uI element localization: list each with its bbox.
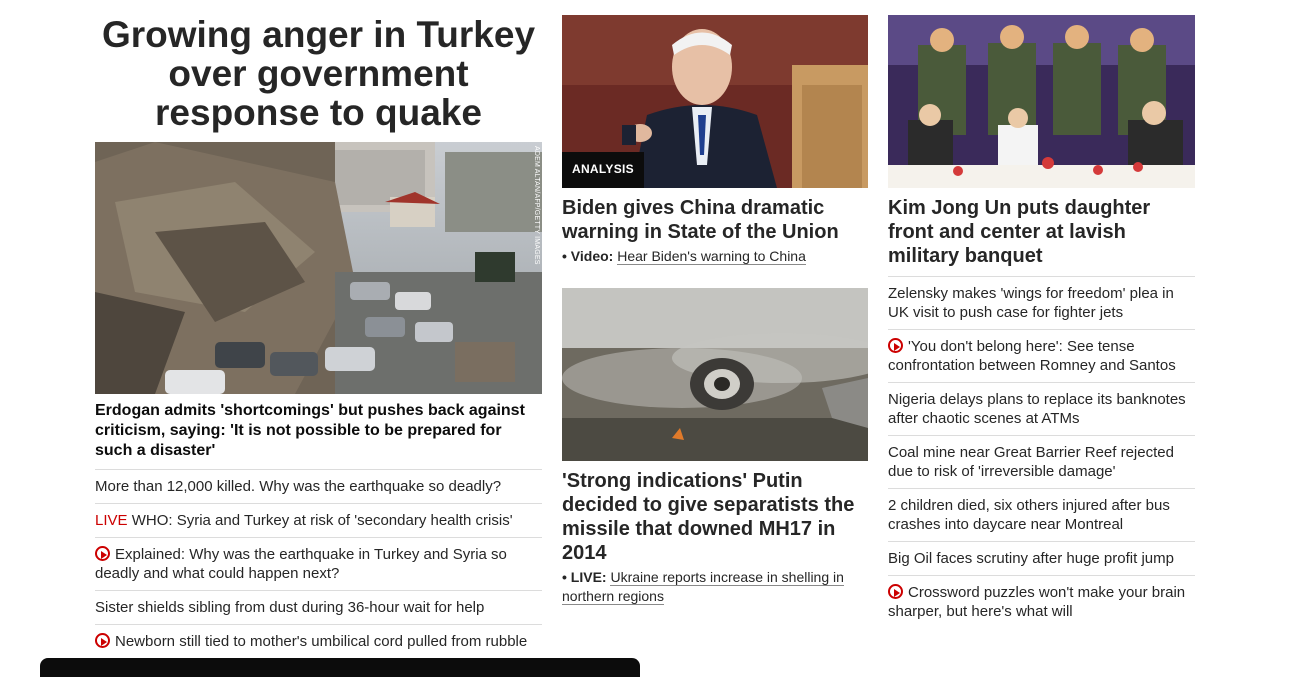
lead-subhead[interactable]: Erdogan admits 'shortcomings' but pushes… — [95, 401, 542, 470]
lead-related-list: More than 12,000 killed. Why was the ear… — [95, 470, 542, 658]
list-item-text: Crossword puzzles won't make your brain … — [888, 584, 1186, 620]
right-column: Kim Jong Un puts daughter front and cent… — [888, 15, 1195, 628]
crash-wreckage-photo — [562, 288, 868, 461]
link-text: Hear Biden's warning to China — [617, 248, 806, 265]
play-icon — [888, 338, 903, 353]
play-icon — [95, 633, 110, 648]
play-icon — [95, 546, 110, 561]
kim-banquet-image[interactable] — [888, 15, 1195, 188]
list-item[interactable]: Crossword puzzles won't make your brain … — [888, 576, 1195, 628]
link-prefix: • LIVE: — [562, 569, 607, 585]
list-item[interactable]: LIVE WHO: Syria and Turkey at risk of 's… — [95, 504, 542, 538]
list-item[interactable]: 2 children died, six others injured afte… — [888, 489, 1195, 542]
list-item[interactable]: More than 12,000 killed. Why was the ear… — [95, 470, 542, 504]
list-item[interactable]: Explained: Why was the earthquake in Tur… — [95, 538, 542, 591]
middle-column: ANALYSIS Biden gives China dramatic warn… — [562, 15, 868, 606]
list-item-text: More than 12,000 killed. Why was the ear… — [95, 478, 502, 495]
list-item[interactable]: Newborn still tied to mother's umbilical… — [95, 625, 542, 658]
list-item-text: Coal mine near Great Barrier Reef reject… — [888, 444, 1174, 480]
list-item-text: Explained: Why was the earthquake in Tur… — [95, 546, 507, 582]
list-item[interactable]: 'You don't belong here': See tense confr… — [888, 330, 1195, 383]
list-item-text: 2 children died, six others injured afte… — [888, 497, 1170, 533]
play-icon — [888, 584, 903, 599]
bottom-overlay-bar[interactable] — [40, 658, 640, 677]
list-item[interactable]: Zelensky makes 'wings for freedom' plea … — [888, 277, 1195, 330]
list-item-text: Newborn still tied to mother's umbilical… — [115, 633, 528, 650]
story-related-link[interactable]: • Video: Hear Biden's warning to China — [562, 247, 868, 266]
photo-credit: Adem Altan/AFP/Getty Images — [533, 146, 540, 265]
list-item[interactable]: Big Oil faces scrutiny after huge profit… — [888, 542, 1195, 576]
mh17-image[interactable] — [562, 288, 868, 461]
live-label: LIVE — [95, 512, 128, 529]
list-item-text: Big Oil faces scrutiny after huge profit… — [888, 550, 1174, 567]
list-item-text: WHO: Syria and Turkey at risk of 'second… — [127, 512, 513, 529]
biden-image[interactable]: ANALYSIS — [562, 15, 868, 188]
story-related-link[interactable]: • LIVE: Ukraine reports increase in shel… — [562, 568, 868, 606]
list-item-text: 'You don't belong here': See tense confr… — [888, 338, 1176, 374]
headline-list: Zelensky makes 'wings for freedom' plea … — [888, 276, 1195, 628]
list-item[interactable]: Nigeria delays plans to replace its bank… — [888, 383, 1195, 436]
list-item-text: Nigeria delays plans to replace its bank… — [888, 391, 1186, 427]
analysis-badge: ANALYSIS — [562, 152, 644, 188]
list-item[interactable]: Sister shields sibling from dust during … — [95, 591, 542, 625]
story-card-biden: ANALYSIS Biden gives China dramatic warn… — [562, 15, 868, 266]
lead-story: Growing anger in Turkey over government … — [95, 15, 542, 658]
story-headline[interactable]: Kim Jong Un puts daughter front and cent… — [888, 196, 1195, 268]
lead-image[interactable]: Adem Altan/AFP/Getty Images — [95, 142, 542, 394]
story-card-mh17: 'Strong indications' Putin decided to gi… — [562, 288, 868, 606]
list-item[interactable]: Coal mine near Great Barrier Reef reject… — [888, 436, 1195, 489]
list-item-text: Zelensky makes 'wings for freedom' plea … — [888, 285, 1174, 321]
lead-headline[interactable]: Growing anger in Turkey over government … — [95, 15, 542, 142]
link-prefix: • Video: — [562, 248, 614, 264]
earthquake-rubble-image — [95, 142, 542, 394]
military-banquet-photo — [888, 15, 1195, 188]
list-item-text: Sister shields sibling from dust during … — [95, 599, 485, 616]
story-headline[interactable]: Biden gives China dramatic warning in St… — [562, 196, 868, 244]
story-headline[interactable]: 'Strong indications' Putin decided to gi… — [562, 469, 868, 565]
